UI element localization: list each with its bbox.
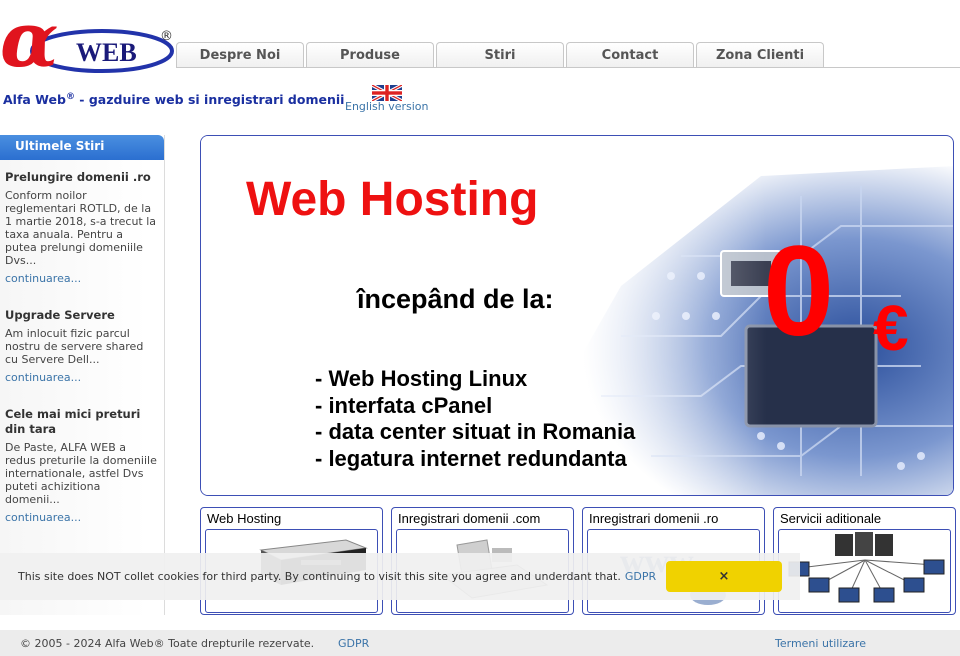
- page-footer: © 2005 - 2024 Alfa Web® Toate drepturile…: [0, 630, 960, 656]
- news-item: Prelungire domenii .ro Conform noilor re…: [5, 170, 158, 286]
- footer-gdpr-link[interactable]: GDPR: [338, 637, 369, 650]
- nav-tab-contact[interactable]: Contact: [566, 42, 694, 67]
- cookie-consent-bar: This site does NOT collet cookies for th…: [0, 553, 800, 600]
- banner-features: - Web Hosting Linux - interfata cPanel -…: [315, 366, 635, 472]
- tagline-text: - gazduire web si inregistrari domenii: [74, 92, 345, 108]
- news-item: Cele mai mici preturi din tara De Paste,…: [5, 407, 158, 525]
- logo-text: WEB: [76, 38, 137, 67]
- brand-reg: ®: [65, 92, 75, 102]
- footer-copyright: © 2005 - 2024 Alfa Web® Toate drepturile…: [20, 637, 315, 650]
- banner-feature: - interfata cPanel: [315, 392, 493, 418]
- banner-from-text: începând de la:: [357, 284, 554, 314]
- service-servicii-aditionale[interactable]: Servicii aditionale: [773, 507, 956, 615]
- service-title: Inregistrari domenii .com: [398, 511, 541, 526]
- banner-currency: €: [873, 292, 909, 364]
- news-text: Am inlocuit fizic parcul nostru de serve…: [5, 327, 144, 366]
- banner-price: 0: [763, 220, 835, 363]
- nav-tab-stiri[interactable]: Stiri: [436, 42, 564, 67]
- logo-alpha: α: [0, 0, 58, 78]
- banner-title: Web Hosting: [246, 173, 539, 226]
- nav-tab-despre-noi[interactable]: Despre Noi: [176, 42, 304, 67]
- main-nav: Despre Noi Produse Stiri Contact Zona Cl…: [176, 42, 960, 68]
- service-title: Web Hosting: [207, 511, 282, 526]
- news-title: Prelungire domenii .ro: [5, 170, 151, 184]
- news-more-link[interactable]: continuarea...: [5, 511, 81, 524]
- logo-reg: ®: [160, 29, 173, 44]
- service-title: Servicii aditionale: [780, 511, 882, 526]
- news-title: Cele mai mici preturi din tara: [5, 407, 141, 436]
- news-text: De Paste, ALFA WEB a redus preturile la …: [5, 441, 157, 506]
- news-text: Conform noilor reglementari ROTLD, de la…: [5, 189, 157, 267]
- cookie-gdpr-link[interactable]: GDPR: [625, 570, 656, 583]
- nav-tab-zona-clienti[interactable]: Zona Clienti: [696, 42, 824, 67]
- footer-terms-link[interactable]: Termeni utilizare: [775, 637, 866, 650]
- service-title: Inregistrari domenii .ro: [589, 511, 719, 526]
- banner-feature: - legatura internet redundanta: [315, 445, 627, 471]
- news-more-link[interactable]: continuarea...: [5, 272, 81, 285]
- cookie-close-button[interactable]: ×: [666, 561, 782, 592]
- sidebar-title: Ultimele Stiri: [0, 135, 164, 160]
- banner-feature: - Web Hosting Linux: [315, 366, 528, 391]
- news-title: Upgrade Servere: [5, 308, 115, 322]
- english-version-link[interactable]: English version: [345, 100, 429, 113]
- cookie-text: This site does NOT collet cookies for th…: [18, 570, 621, 583]
- news-item: Upgrade Servere Am inlocuit fizic parcul…: [5, 308, 158, 385]
- news-sidebar: Ultimele Stiri Prelungire domenii .ro Co…: [0, 135, 165, 615]
- network-icon: [778, 529, 951, 613]
- brand-name: Alfa Web: [3, 92, 66, 108]
- site-tagline: Alfa Web® - gazduire web si inregistrari…: [3, 92, 344, 107]
- banner-feature: - data center situat in Romania: [315, 419, 636, 444]
- uk-flag-icon[interactable]: [371, 83, 403, 103]
- alfa-web-logo[interactable]: α WEB ®: [0, 0, 178, 84]
- nav-tab-produse[interactable]: Produse: [306, 42, 434, 67]
- news-more-link[interactable]: continuarea...: [5, 371, 81, 384]
- hosting-banner[interactable]: Web Hosting începând de la: 0 € - Web Ho…: [200, 135, 954, 496]
